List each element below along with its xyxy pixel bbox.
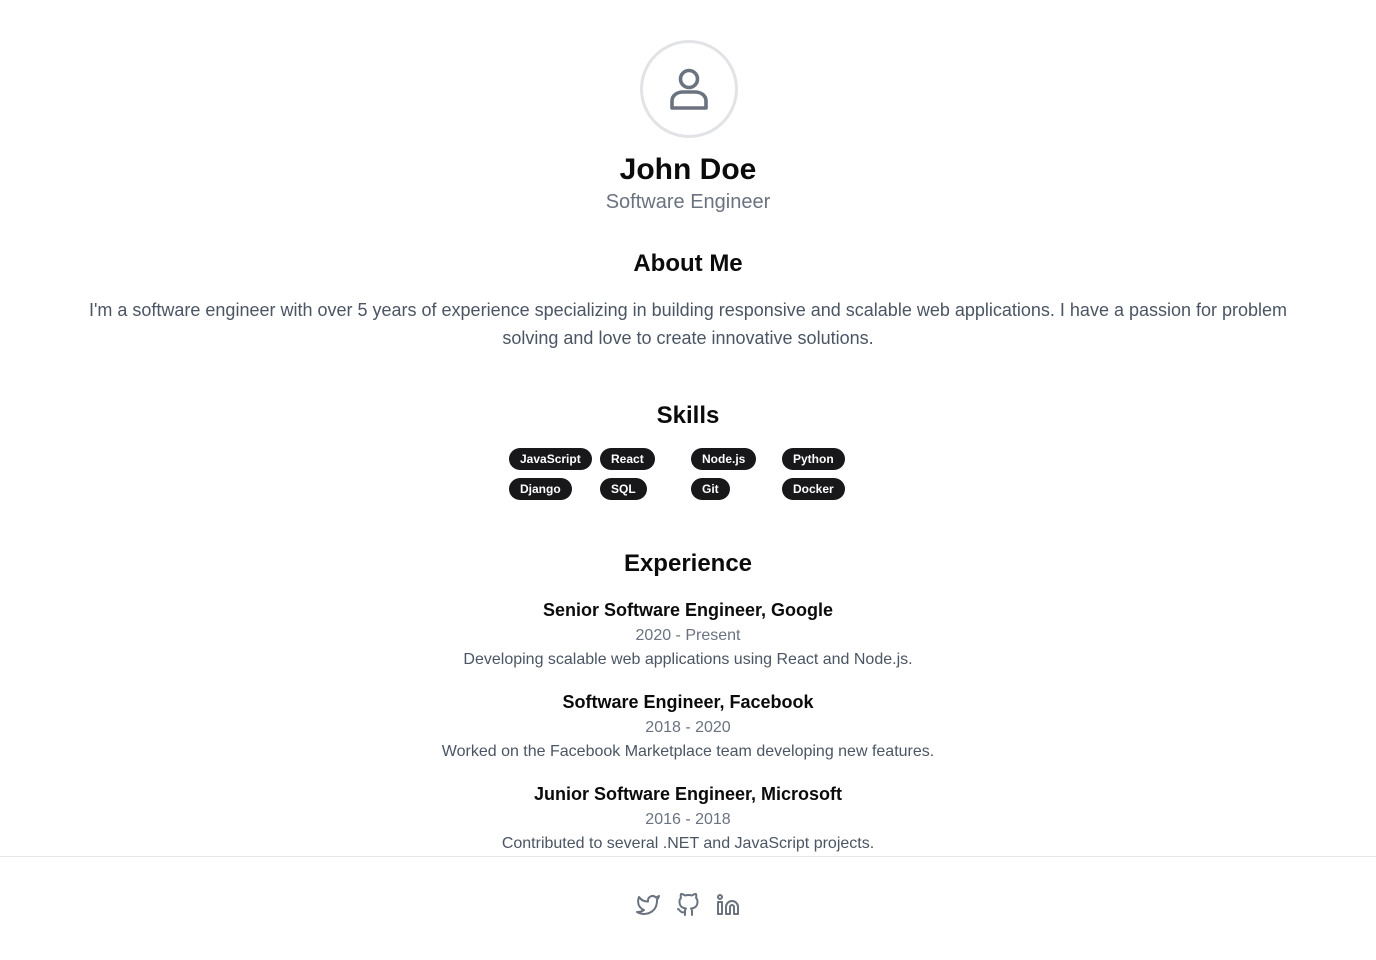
github-icon bbox=[677, 893, 699, 916]
job-description: Developing scalable web applications usi… bbox=[463, 651, 913, 668]
skill-badge: Git bbox=[691, 478, 730, 500]
job-title: Junior Software Engineer, Microsoft bbox=[533, 784, 843, 804]
skill-badge: JavaScript bbox=[509, 448, 592, 470]
skill-badge: Node.js bbox=[691, 448, 757, 470]
job-description: Worked on the Facebook Marketplace team … bbox=[441, 743, 935, 760]
skill-badge: Python bbox=[782, 448, 845, 470]
twitter-link[interactable] bbox=[636, 892, 660, 918]
twitter-icon bbox=[636, 895, 660, 915]
about-heading: About Me bbox=[633, 250, 743, 277]
profile-page: John Doe Software Engineer About Me I'm … bbox=[0, 0, 1376, 960]
experience-heading: Experience bbox=[623, 550, 753, 577]
job-title: Senior Software Engineer, Google bbox=[542, 600, 834, 620]
experience-item: Junior Software Engineer, Microsoft 2016… bbox=[0, 782, 1376, 855]
skill-badge: React bbox=[600, 448, 655, 470]
job-dates: 2016 - 2018 bbox=[645, 811, 731, 828]
skills-heading: Skills bbox=[656, 402, 720, 429]
skill-badge: Docker bbox=[782, 478, 845, 500]
job-title: Software Engineer, Facebook bbox=[562, 692, 814, 712]
user-icon bbox=[670, 68, 708, 110]
social-links bbox=[0, 892, 1376, 918]
skill-badge: SQL bbox=[600, 478, 647, 500]
job-description: Contributed to several .NET and JavaScri… bbox=[501, 835, 875, 852]
linkedin-link[interactable] bbox=[716, 892, 740, 918]
experience-item: Software Engineer, Facebook 2018 - 2020 … bbox=[0, 690, 1376, 763]
skills-list: JavaScript React Node.js Python Django S… bbox=[509, 448, 873, 500]
experience-item: Senior Software Engineer, Google 2020 - … bbox=[0, 598, 1376, 671]
about-text: I'm a software engineer with over 5 year… bbox=[88, 300, 1288, 348]
profile-name: John Doe bbox=[619, 153, 757, 186]
linkedin-icon bbox=[717, 894, 739, 915]
job-dates: 2018 - 2020 bbox=[645, 719, 731, 736]
skill-badge: Django bbox=[509, 478, 572, 500]
job-dates: 2020 - Present bbox=[635, 627, 741, 644]
github-link[interactable] bbox=[676, 892, 700, 918]
profile-role: Software Engineer bbox=[605, 191, 771, 213]
footer-divider bbox=[0, 856, 1376, 857]
avatar bbox=[640, 40, 738, 138]
